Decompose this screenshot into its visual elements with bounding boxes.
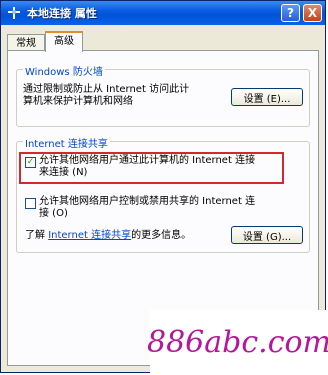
- allow-control-label-line1: 允许其他网络用户控制或禁用共享的 Internet 连: [39, 196, 256, 207]
- firewall-description-line1: 通过限制或防止从 Internet 访问此计: [23, 84, 190, 95]
- allow-share-label-line2: 来连接 (N): [39, 167, 88, 178]
- ics-group-title: Internet 连接共享: [23, 135, 110, 150]
- ics-help-link[interactable]: Internet 连接共享: [48, 230, 131, 241]
- site-watermark: 886abc.com: [147, 310, 328, 375]
- allow-control-label-line2: 接 (O): [39, 208, 68, 219]
- firewall-group-title: Windows 防火墙: [23, 63, 105, 78]
- learn-more-suffix: 的更多信息。: [131, 230, 192, 241]
- ics-settings-button[interactable]: 设置 (G)...: [231, 226, 303, 244]
- title-bar[interactable]: 本地连接 属性 ? X: [1, 1, 325, 25]
- learn-more-text: 了解 Internet 连接共享的更多信息。: [25, 230, 191, 242]
- help-button[interactable]: ?: [281, 4, 300, 22]
- allow-share-checkbox[interactable]: ✓: [25, 157, 36, 168]
- firewall-group: Windows 防火墙 通过限制或防止从 Internet 访问此计 算机来保护…: [16, 63, 310, 127]
- allow-share-label-line1: 允许其他网络用户通过此计算机的 Internet 连接: [39, 155, 256, 166]
- allow-control-checkbox[interactable]: [25, 198, 36, 209]
- close-button[interactable]: X: [303, 4, 322, 22]
- watermark-text: 886abc.com: [147, 325, 328, 360]
- firewall-settings-button[interactable]: 设置 (E)...: [231, 88, 303, 106]
- tab-general[interactable]: 常规: [7, 34, 45, 51]
- window-title: 本地连接 属性: [27, 7, 97, 20]
- network-connection-icon: [6, 5, 22, 21]
- learn-more-prefix: 了解: [25, 230, 45, 241]
- firewall-description-line2: 算机来保护计算机和网络: [23, 96, 133, 107]
- tab-strip: 常规 高级: [7, 31, 83, 52]
- ics-group: Internet 连接共享 ✓ 允许其他网络用户通过此计算机的 Internet…: [16, 135, 310, 253]
- tab-advanced[interactable]: 高级: [45, 31, 83, 52]
